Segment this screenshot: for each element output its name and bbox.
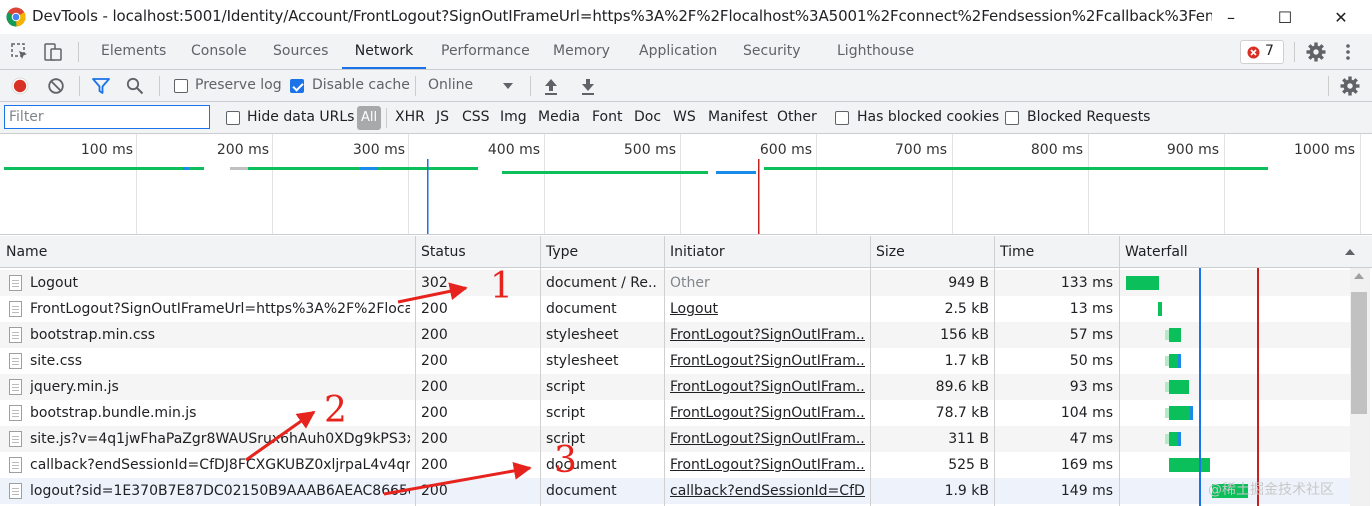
annotation-number-3: 3 xyxy=(554,440,577,481)
annotation-arrow-3 xyxy=(383,461,532,496)
annotation-number-1: 1 xyxy=(490,266,513,307)
annotation-arrow-1 xyxy=(397,282,468,304)
annotation-arrow-2 xyxy=(245,410,316,462)
annotation-number-2: 2 xyxy=(324,390,347,431)
watermark: @稀土掘金技术社区 xyxy=(1208,482,1334,498)
annotation-arrows xyxy=(245,282,532,496)
